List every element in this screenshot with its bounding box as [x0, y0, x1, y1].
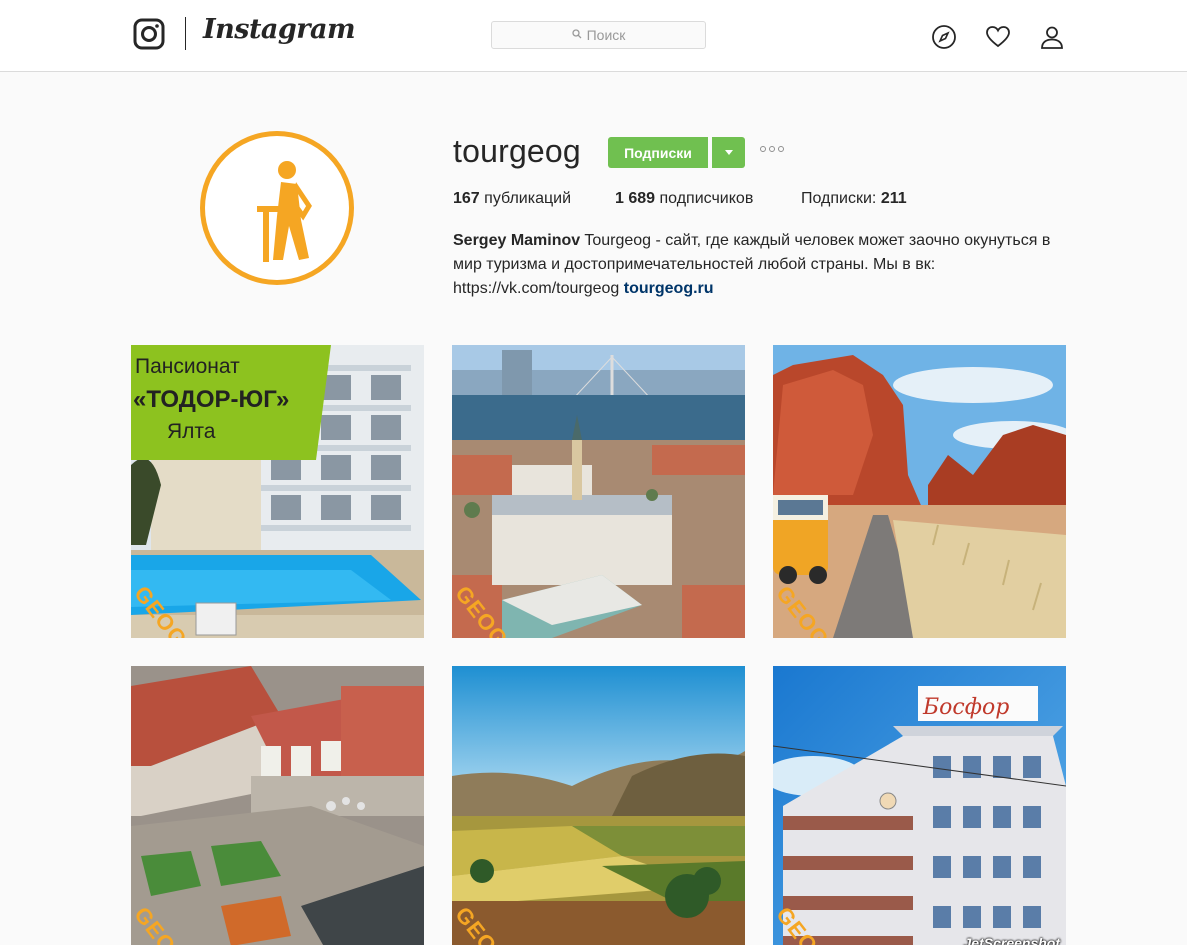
user-icon[interactable]	[1039, 24, 1065, 50]
instagram-wordmark[interactable]: Instagram	[203, 14, 356, 45]
followers-label: подписчиков	[659, 190, 754, 207]
nav-divider	[185, 17, 186, 50]
posts-label: публикаций	[484, 190, 572, 207]
post-overlay-line1: Пансионат	[135, 355, 240, 378]
following-label: Подписки:	[801, 190, 877, 207]
jetscreenshot-watermark: JetScreenshot	[963, 935, 1060, 945]
post-thumbnail[interactable]: Босфор GEOG JetScreenshot	[773, 666, 1066, 945]
instagram-glyph-icon[interactable]	[133, 18, 165, 50]
following-stat[interactable]: Подписки: 211	[801, 190, 907, 208]
dot-icon	[778, 146, 784, 152]
profile-bio: Sergey Maminov Tourgeog - сайт, где кажд…	[453, 229, 1073, 301]
caret-down-icon	[724, 150, 733, 155]
search-icon	[571, 26, 582, 44]
post-overlay-line3: Ялта	[167, 420, 216, 443]
profile-username: tourgeog	[453, 133, 581, 169]
dot-icon	[769, 146, 775, 152]
hiker-logo-icon	[205, 136, 349, 280]
post-thumbnail[interactable]: GEOG	[452, 345, 745, 638]
search-placeholder: Поиск	[586, 27, 626, 43]
heart-icon[interactable]	[985, 24, 1011, 50]
following-button[interactable]: Подписки	[608, 137, 708, 168]
search-input[interactable]: Поиск	[491, 21, 706, 49]
post-thumbnail[interactable]: GEOG	[452, 666, 745, 945]
suggestions-dropdown-button[interactable]	[712, 137, 745, 168]
post-thumbnail[interactable]: Пансионат «ТОДОР-ЮГ» Ялта GEOG	[131, 345, 424, 638]
posts-stat: 167 публикаций	[453, 190, 571, 208]
hotel-sign-text: Босфор	[922, 695, 1009, 720]
post-overlay-line2: «ТОДОР-ЮГ»	[133, 386, 289, 413]
top-nav: Instagram Поиск	[0, 0, 1187, 72]
post-thumbnail[interactable]: GEOG	[131, 666, 424, 945]
avatar[interactable]	[200, 131, 354, 285]
bio-full-name: Sergey Maminov	[453, 232, 581, 249]
compass-icon[interactable]	[931, 24, 957, 50]
bio-website-link[interactable]: tourgeog.ru	[624, 280, 714, 297]
followers-stat[interactable]: 1 689 подписчиков	[615, 190, 753, 208]
dot-icon	[760, 146, 766, 152]
more-options-button[interactable]	[760, 146, 784, 152]
followers-count: 1 689	[615, 190, 656, 207]
following-count: 211	[880, 190, 907, 207]
post-thumbnail[interactable]: GEOG	[773, 345, 1066, 638]
posts-count: 167	[453, 190, 480, 207]
